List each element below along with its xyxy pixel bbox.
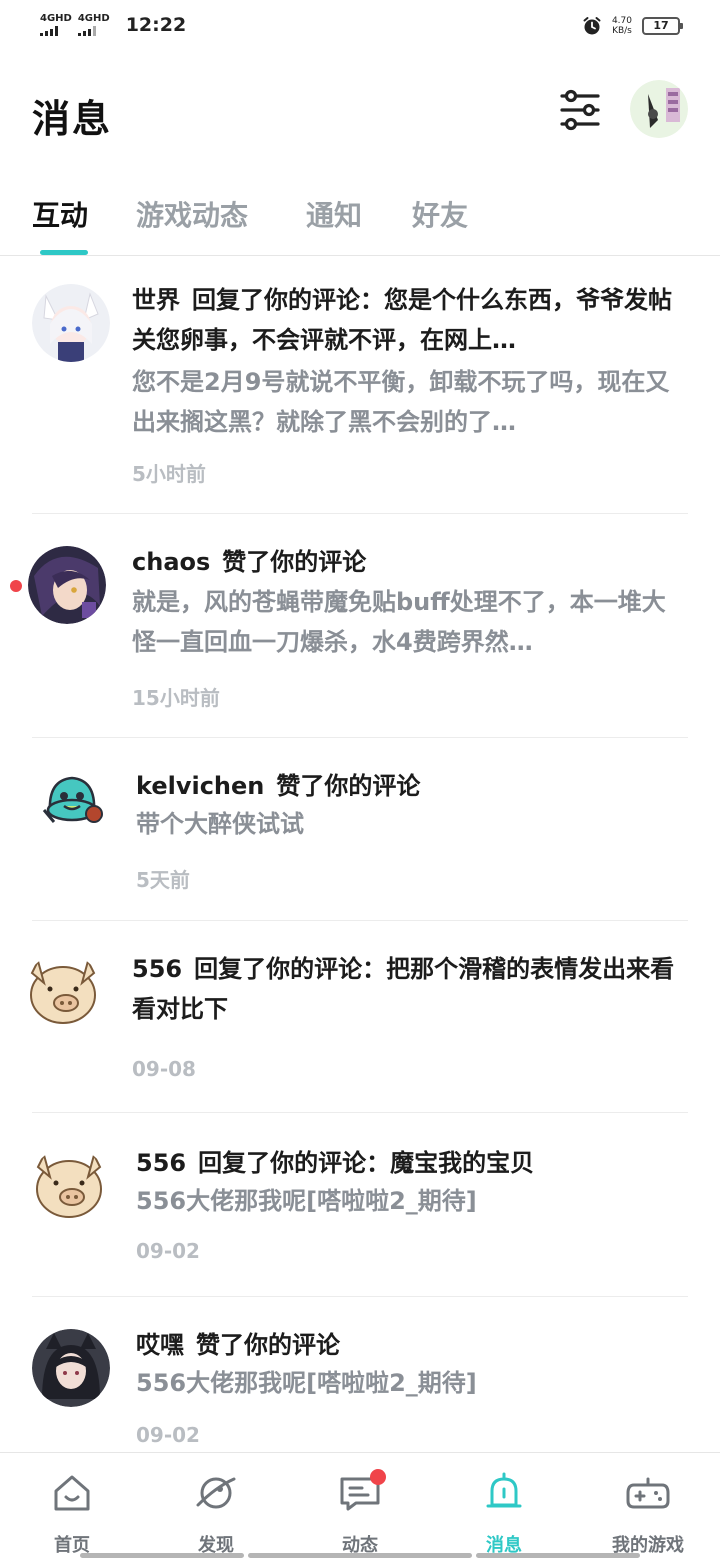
- my-avatar[interactable]: [630, 80, 688, 138]
- avatar-image: [32, 1329, 110, 1407]
- message-item[interactable]: kelvichen 赞了你的评论 带个大醉侠试试 5天前: [32, 738, 688, 921]
- message-item[interactable]: chaos 赞了你的评论 就是，风的苍蝇带魔免贴buff处理不了，本一堆大怪一直回…: [10, 514, 688, 738]
- network-label-1: 4GHD: [40, 13, 72, 24]
- message-item[interactable]: 哎嘿 赞了你的评论 556大佬那我呢[嗒啦啦2_期待] 09-02: [32, 1297, 688, 1452]
- username[interactable]: 556: [136, 1149, 186, 1177]
- message-time: 09-08: [132, 1057, 196, 1081]
- tab-friends[interactable]: 好友: [412, 194, 468, 234]
- avatar-image: [28, 546, 106, 624]
- username[interactable]: chaos: [132, 548, 210, 576]
- filter-button[interactable]: [556, 88, 604, 132]
- status-left: 4GHD 4GHD 12:22: [40, 14, 186, 36]
- message-time: 09-02: [136, 1239, 200, 1263]
- user-avatar[interactable]: [30, 1147, 108, 1225]
- username[interactable]: 哎嘿: [136, 1331, 184, 1359]
- user-avatar[interactable]: [28, 546, 106, 624]
- username[interactable]: 世界: [132, 286, 180, 314]
- message-action: 回复了你的评论：魔宝我的宝贝: [198, 1149, 535, 1177]
- active-tab-indicator: [40, 250, 88, 255]
- net-speed-unit: KB/s: [612, 26, 632, 36]
- message-action: 回复了你的评论：把那个滑稽的表情发出来看看对比下: [132, 955, 675, 1023]
- net-speed-value: 4.70: [611, 16, 632, 26]
- signal-2: 4GHD: [77, 13, 110, 36]
- username[interactable]: kelvichen: [136, 772, 264, 800]
- page-title: 消息: [32, 97, 113, 141]
- message-item[interactable]: 世界 回复了你的评论：您是个什么东西，爷爷发帖关您卵事，不会评就不评，在网上… 您…: [32, 268, 688, 514]
- net-speed: 4.70 KB/s: [612, 16, 632, 36]
- quoted-comment: 556大佬那我呢[嗒啦啦2_期待]: [136, 1369, 477, 1397]
- username[interactable]: 556: [132, 955, 182, 983]
- gamepad-icon: [626, 1477, 670, 1509]
- user-avatar[interactable]: [32, 284, 110, 362]
- message-title: kelvichen 赞了你的评论: [136, 766, 688, 806]
- message-action: 赞了你的评论: [222, 548, 367, 576]
- avatar-image: [32, 284, 110, 362]
- message-title: 哎嘿 赞了你的评论: [136, 1325, 688, 1365]
- message-time: 5小时前: [132, 462, 206, 486]
- user-avatar[interactable]: [36, 762, 108, 834]
- planet-icon: [196, 1477, 236, 1509]
- message-action: 回复了你的评论：您是个什么东西，爷爷发帖关您卵事，不会评就不评，在网上…: [132, 286, 672, 354]
- message-time: 5天前: [136, 868, 190, 892]
- battery-level: 17: [653, 19, 669, 32]
- message-item[interactable]: 556 回复了你的评论：把那个滑稽的表情发出来看看对比下 09-08: [24, 921, 688, 1113]
- tab-bar: 互动 游戏动态 通知 好友: [0, 188, 720, 256]
- message-title: chaos 赞了你的评论: [132, 542, 688, 582]
- message-time: 09-02: [136, 1423, 200, 1447]
- home-indicator: [80, 1553, 244, 1558]
- home-indicator: [476, 1553, 640, 1558]
- nav-home[interactable]: 首页: [0, 1471, 144, 1557]
- avatar-image: [24, 953, 102, 1031]
- chat-icon: [338, 1469, 386, 1515]
- nav-discover[interactable]: 发现: [144, 1471, 288, 1557]
- notification-badge: [370, 1469, 386, 1485]
- nav-my-games[interactable]: 我的游戏: [576, 1471, 720, 1557]
- bell-icon: [486, 1472, 522, 1508]
- message-title: 世界 回复了你的评论：您是个什么东西，爷爷发帖关您卵事，不会评就不评，在网上…: [132, 280, 688, 360]
- avatar-image: [630, 80, 688, 138]
- avatar-image: [30, 1147, 108, 1225]
- signal-1: 4GHD: [40, 14, 72, 36]
- quoted-comment: 带个大醉侠试试: [136, 810, 304, 838]
- nav-messages[interactable]: 消息: [432, 1471, 576, 1557]
- alarm-icon: [583, 17, 601, 35]
- tab-interaction[interactable]: 互动: [32, 194, 88, 234]
- message-item[interactable]: 556 回复了你的评论：魔宝我的宝贝 556大佬那我呢[嗒啦啦2_期待] 09-0…: [30, 1113, 688, 1297]
- tab-notifications[interactable]: 通知: [306, 194, 362, 234]
- home-indicator: [248, 1553, 472, 1558]
- message-action: 赞了你的评论: [276, 772, 421, 800]
- user-avatar[interactable]: [24, 953, 102, 1031]
- message-action: 赞了你的评论: [196, 1331, 340, 1359]
- header: 消息: [0, 72, 720, 156]
- avatar-image: [36, 762, 108, 834]
- quoted-comment: 556大佬那我呢[嗒啦啦2_期待]: [136, 1187, 477, 1215]
- quoted-comment: 您不是2月9号就说不平衡，卸载不玩了吗，现在又出来搁这黑？就除了黑不会别的了…: [132, 368, 670, 436]
- clock: 12:22: [125, 14, 187, 36]
- tab-game-news[interactable]: 游戏动态: [136, 194, 248, 234]
- nav-feed[interactable]: 动态: [288, 1469, 432, 1557]
- message-title: 556 回复了你的评论：魔宝我的宝贝: [136, 1143, 688, 1183]
- sliders-icon: [560, 89, 600, 131]
- home-icon: [54, 1475, 90, 1511]
- network-label-2: 4GHD: [77, 13, 110, 24]
- status-bar: 4GHD 4GHD 12:22 4.70 KB/s 17: [0, 0, 720, 56]
- message-title: 556 回复了你的评论：把那个滑稽的表情发出来看看对比下: [132, 949, 688, 1029]
- quoted-comment: 就是，风的苍蝇带魔免贴buff处理不了，本一堆大怪一直回血一刀爆杀，水4费跨界然…: [132, 588, 666, 656]
- unread-dot: [10, 580, 22, 592]
- signal-bars-icon: [77, 26, 96, 36]
- bottom-nav: 首页 发现 动态 消息 我的游戏: [0, 1452, 720, 1560]
- user-avatar[interactable]: [32, 1329, 110, 1407]
- signal-bars-icon: [40, 26, 58, 36]
- message-time: 15小时前: [132, 686, 220, 710]
- battery-icon: 17: [642, 17, 683, 35]
- status-right: 4.70 KB/s 17: [582, 16, 683, 36]
